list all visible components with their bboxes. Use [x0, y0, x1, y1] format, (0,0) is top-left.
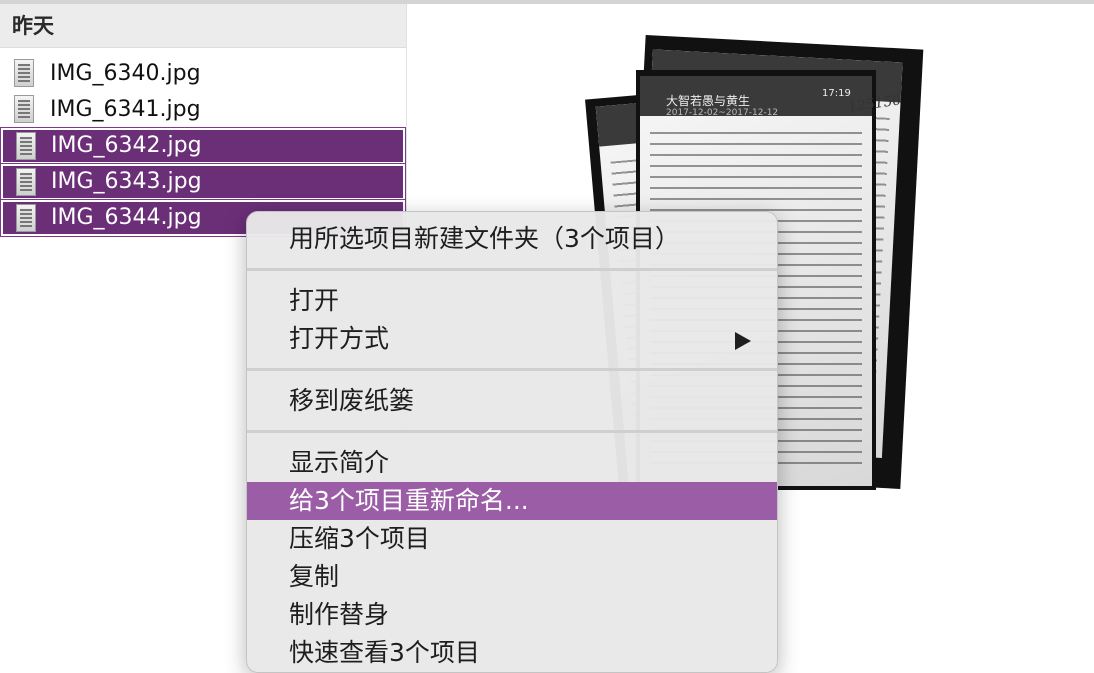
menu-item-open[interactable]: 打开 — [247, 282, 777, 320]
file-row-img-6340[interactable]: IMG_6340.jpg — [0, 56, 406, 92]
menu-item-open-with[interactable]: 打开方式 — [247, 320, 777, 358]
image-file-icon — [14, 59, 34, 87]
menu-separator — [247, 430, 777, 433]
menu-item-rename-items[interactable]: 给3个项目重新命名... — [247, 482, 777, 520]
file-name: IMG_6342.jpg — [51, 133, 202, 158]
file-name: IMG_6340.jpg — [50, 61, 201, 86]
photo-title-text: 大智若愚与黄生 — [666, 94, 751, 108]
file-row-img-6343[interactable]: IMG_6343.jpg — [0, 163, 406, 201]
menu-item-duplicate[interactable]: 复制 — [247, 558, 777, 596]
file-row-img-6341[interactable]: IMG_6341.jpg — [0, 92, 406, 128]
file-name: IMG_6344.jpg — [51, 205, 202, 230]
menu-item-new-folder-with-selection[interactable]: 用所选项目新建文件夹（3个项目） — [247, 220, 777, 258]
menu-item-get-info[interactable]: 显示简介 — [247, 444, 777, 482]
file-row-img-6342[interactable]: IMG_6342.jpg — [0, 127, 406, 165]
section-header-yesterday: 昨天 — [0, 4, 406, 48]
context-menu: 用所选项目新建文件夹（3个项目） 打开 打开方式 移到废纸篓 显示简介 给3个项… — [246, 211, 778, 673]
menu-item-make-alias[interactable]: 制作替身 — [247, 596, 777, 634]
photo-status-time: 17:19 — [822, 88, 851, 99]
menu-item-move-to-trash[interactable]: 移到废纸篓 — [247, 382, 777, 420]
submenu-arrow-icon — [735, 332, 751, 350]
menu-separator — [247, 268, 777, 271]
menu-separator — [247, 368, 777, 371]
image-file-icon — [16, 204, 36, 232]
menu-item-open-with-label: 打开方式 — [289, 324, 390, 353]
file-name: IMG_6343.jpg — [51, 169, 202, 194]
image-file-icon — [16, 168, 36, 196]
image-file-icon — [14, 95, 34, 123]
menu-item-quick-look[interactable]: 快速查看3个项目 — [247, 634, 777, 672]
file-name: IMG_6341.jpg — [50, 97, 201, 122]
photo-date-text: 2017-12-02~2017-12-12 — [666, 108, 779, 118]
menu-item-compress[interactable]: 压缩3个项目 — [247, 520, 777, 558]
image-file-icon — [16, 132, 36, 160]
